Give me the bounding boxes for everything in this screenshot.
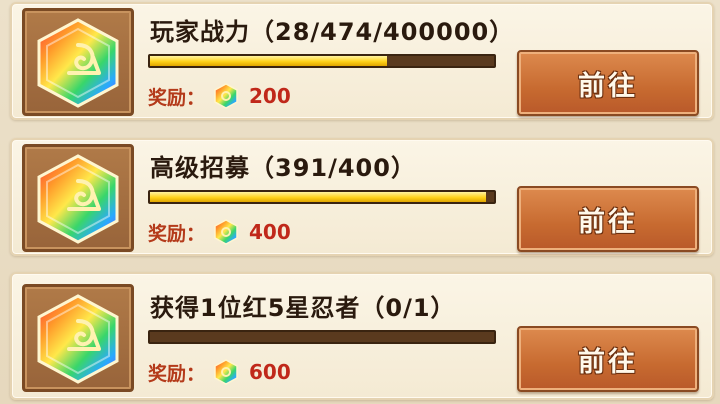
reward-label: 奖励： xyxy=(148,86,206,109)
task-list-panel: 玩家战力（28/474/400000） 奖励： 200 前往 高级招募（391/… xyxy=(0,0,720,404)
task-progress-bar xyxy=(148,330,496,344)
task-reward: 奖励： 600 xyxy=(148,358,291,386)
leaf-village-crystal-icon xyxy=(37,18,119,108)
task-title: 玩家战力（28/474/400000） xyxy=(150,18,515,46)
go-button[interactable]: 前往 xyxy=(517,186,699,252)
go-button-label: 前往 xyxy=(578,70,638,102)
task-progress-bar xyxy=(148,190,496,204)
task-row: 获得1位红5星忍者（0/1） 奖励： 600 前往 xyxy=(10,272,714,400)
reward-amount: 400 xyxy=(249,220,291,244)
go-button[interactable]: 前往 xyxy=(517,326,699,392)
task-icon-frame xyxy=(22,284,134,392)
task-progress-fill xyxy=(150,192,487,202)
reward-label: 奖励： xyxy=(148,222,206,245)
reward-amount: 600 xyxy=(249,360,291,384)
reward-amount: 200 xyxy=(249,84,291,108)
task-icon-frame xyxy=(22,144,134,252)
leaf-village-crystal-icon xyxy=(37,154,119,244)
task-progress-fill xyxy=(150,56,388,66)
go-button[interactable]: 前往 xyxy=(517,50,699,116)
task-icon-frame xyxy=(22,8,134,116)
leaf-village-crystal-icon xyxy=(37,294,119,384)
task-reward: 奖励： 400 xyxy=(148,218,291,246)
go-button-label: 前往 xyxy=(578,346,638,378)
task-progress-bar xyxy=(148,54,496,68)
task-title: 获得1位红5星忍者（0/1） xyxy=(150,294,456,322)
task-title: 高级招募（391/400） xyxy=(150,154,416,182)
rainbow-gem-icon xyxy=(214,219,238,245)
task-reward: 奖励： 200 xyxy=(148,82,291,110)
rainbow-gem-icon xyxy=(214,359,238,385)
task-row: 高级招募（391/400） 奖励： 400 前往 xyxy=(10,138,714,256)
go-button-label: 前往 xyxy=(578,206,638,238)
reward-label: 奖励： xyxy=(148,362,206,385)
task-row: 玩家战力（28/474/400000） 奖励： 200 前往 xyxy=(10,2,714,120)
rainbow-gem-icon xyxy=(214,83,238,109)
